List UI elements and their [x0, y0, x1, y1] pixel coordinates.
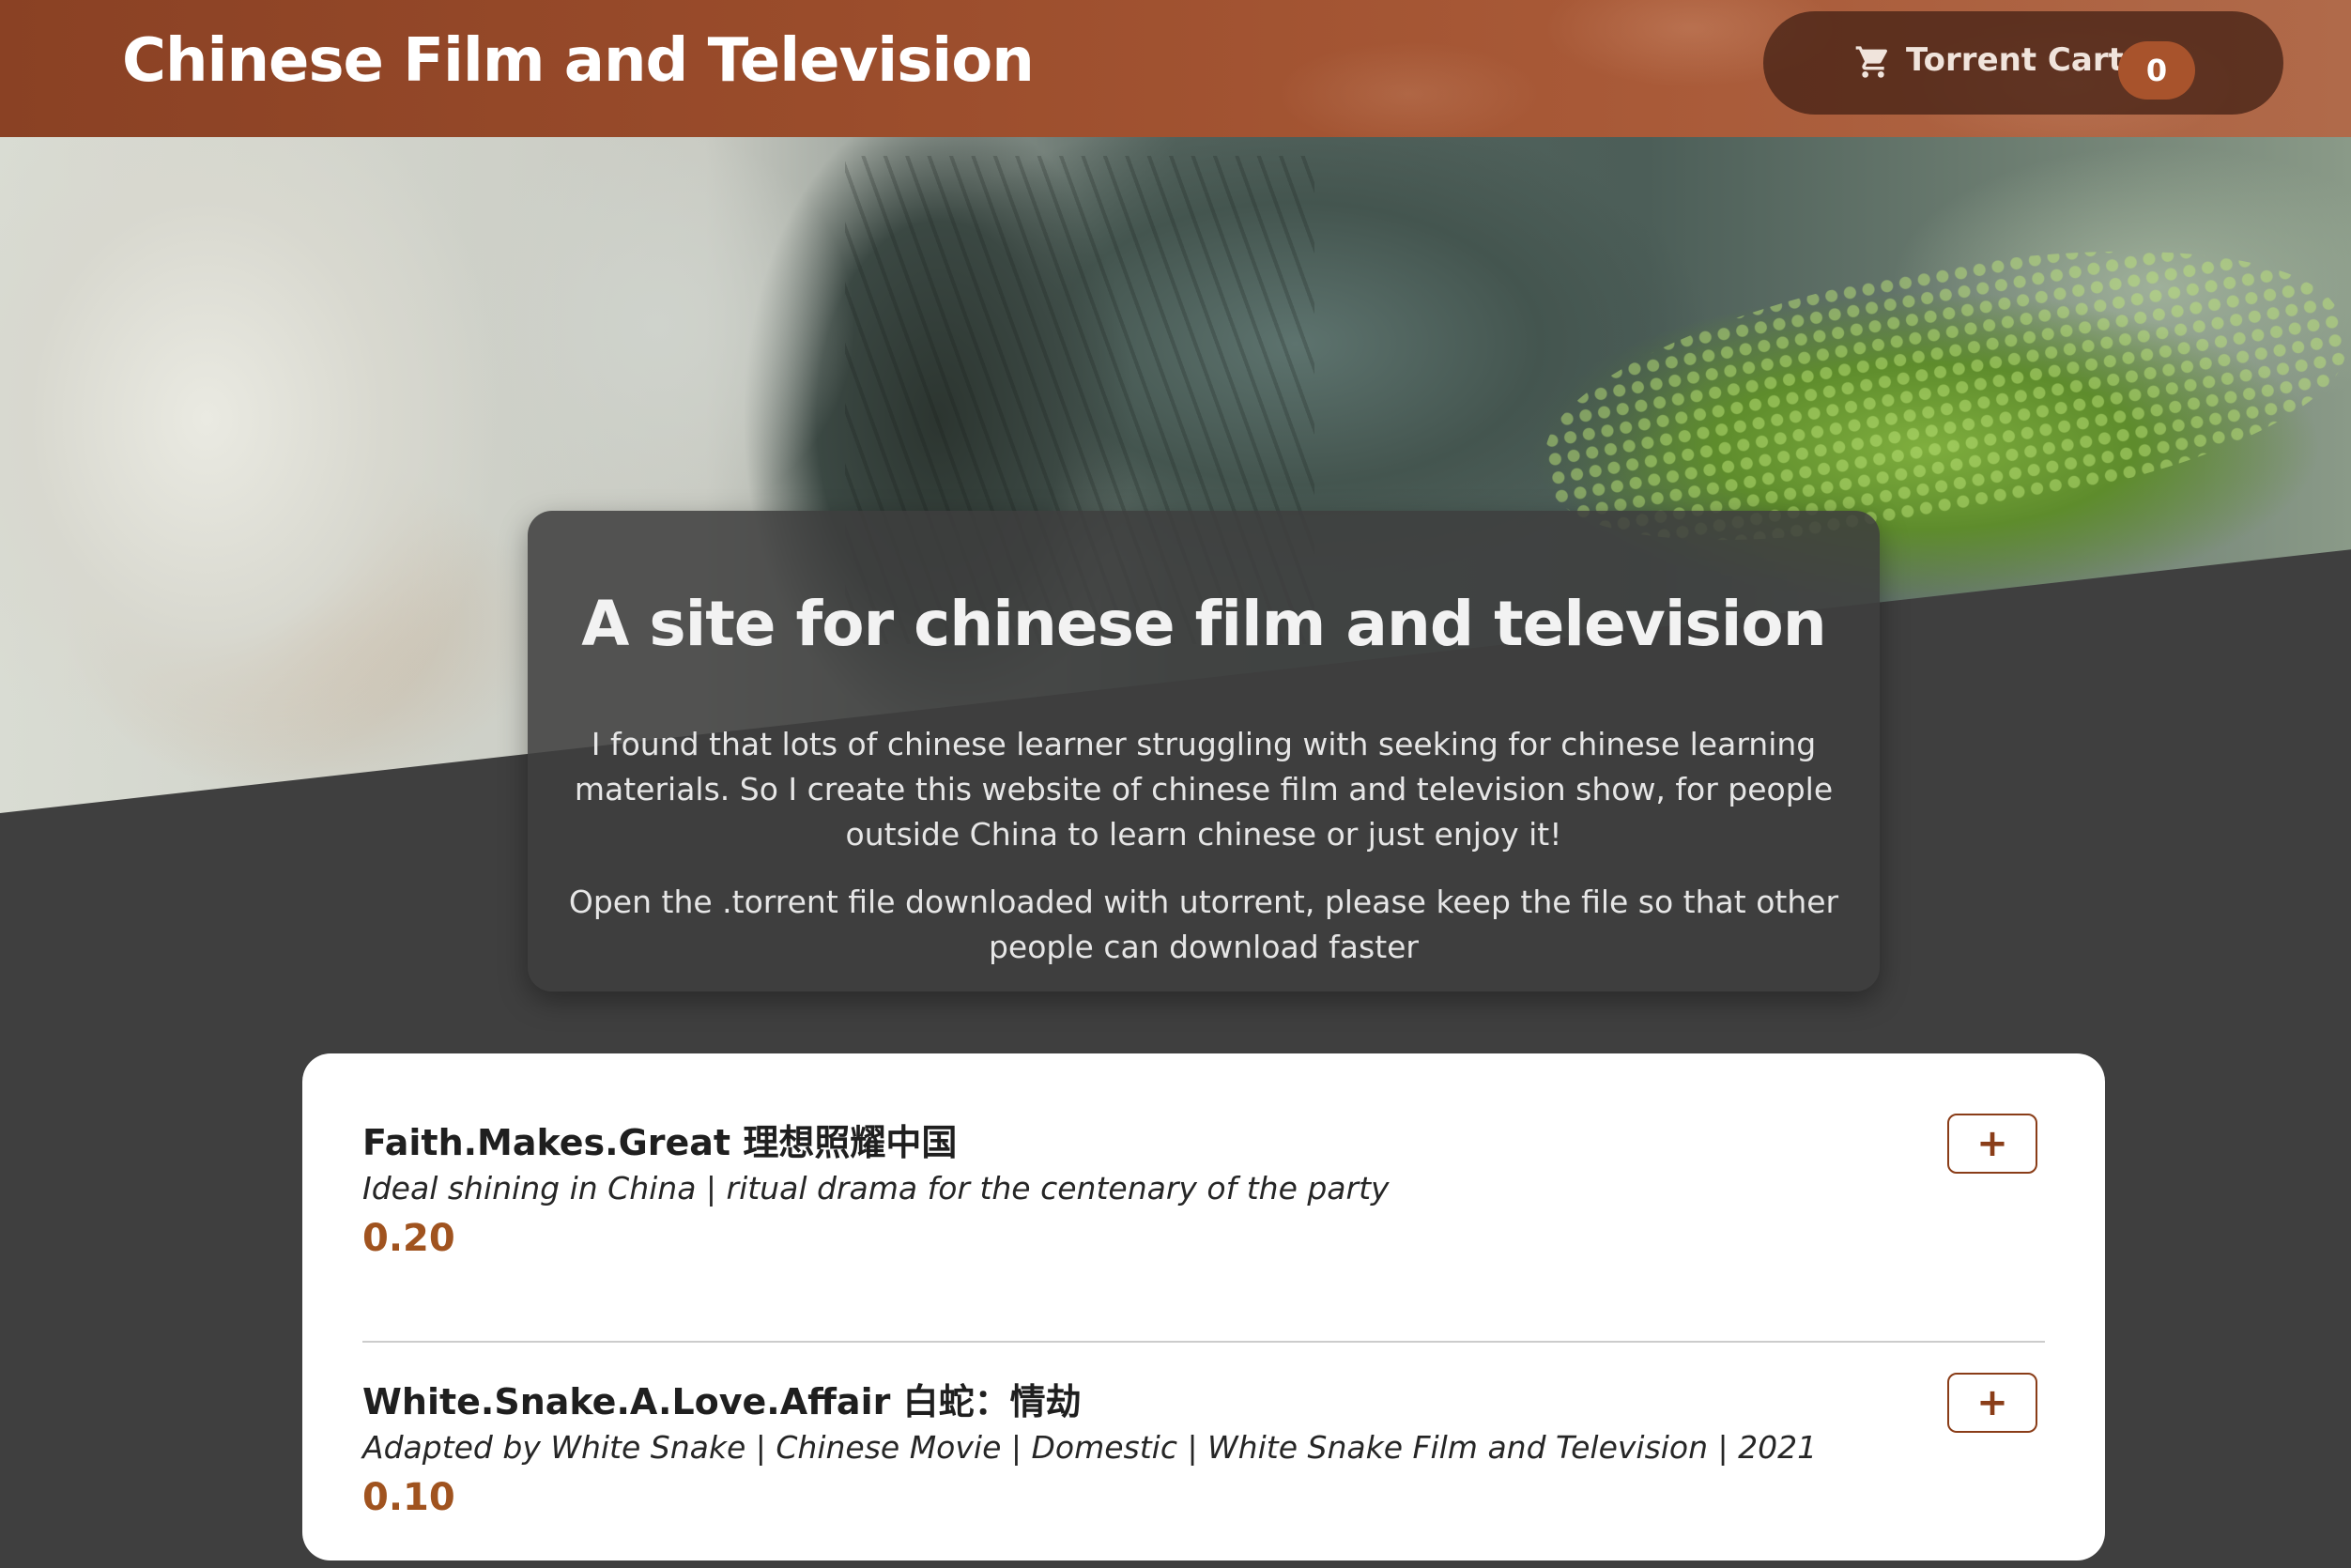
site-header: Chinese Film and Television Torrent Cart…: [0, 0, 2351, 137]
cart-icon: [1855, 46, 1888, 78]
site-title[interactable]: Chinese Film and Television: [122, 26, 1035, 96]
torrent-cart-button[interactable]: Torrent Cart 0: [1763, 11, 2283, 115]
cart-label: Torrent Cart: [1906, 41, 2124, 79]
summary-paragraph: Open the .torrent file downloaded with u…: [568, 884, 1839, 965]
list-item: Faith.Makes.Great 理想照耀中国 Ideal shining i…: [362, 1114, 2045, 1343]
add-to-cart-button[interactable]: +: [1947, 1114, 2037, 1174]
item-description: Adapted by White Snake | Chinese Movie |…: [362, 1429, 1818, 1466]
item-title: White.Snake.A.Love.Affair 白蛇：情劫: [362, 1381, 1082, 1422]
summary-title: A site for chinese film and television: [581, 588, 1826, 660]
torrent-list: Faith.Makes.Great 理想照耀中国 Ideal shining i…: [302, 1053, 2105, 1560]
cart-count-badge: 0: [2118, 41, 2195, 100]
item-description: Ideal shining in China | ritual drama fo…: [362, 1170, 1390, 1207]
item-title: Faith.Makes.Great 理想照耀中国: [362, 1122, 958, 1163]
item-price: 0.10: [362, 1476, 455, 1519]
add-to-cart-button[interactable]: +: [1947, 1373, 2037, 1433]
item-price: 0.20: [362, 1217, 455, 1260]
site-summary-card: A site for chinese film and television I…: [528, 511, 1880, 992]
list-item: White.Snake.A.Love.Affair 白蛇：情劫 Adapted …: [362, 1341, 2045, 1568]
summary-paragraph: I found that lots of chinese learner str…: [574, 726, 1834, 853]
